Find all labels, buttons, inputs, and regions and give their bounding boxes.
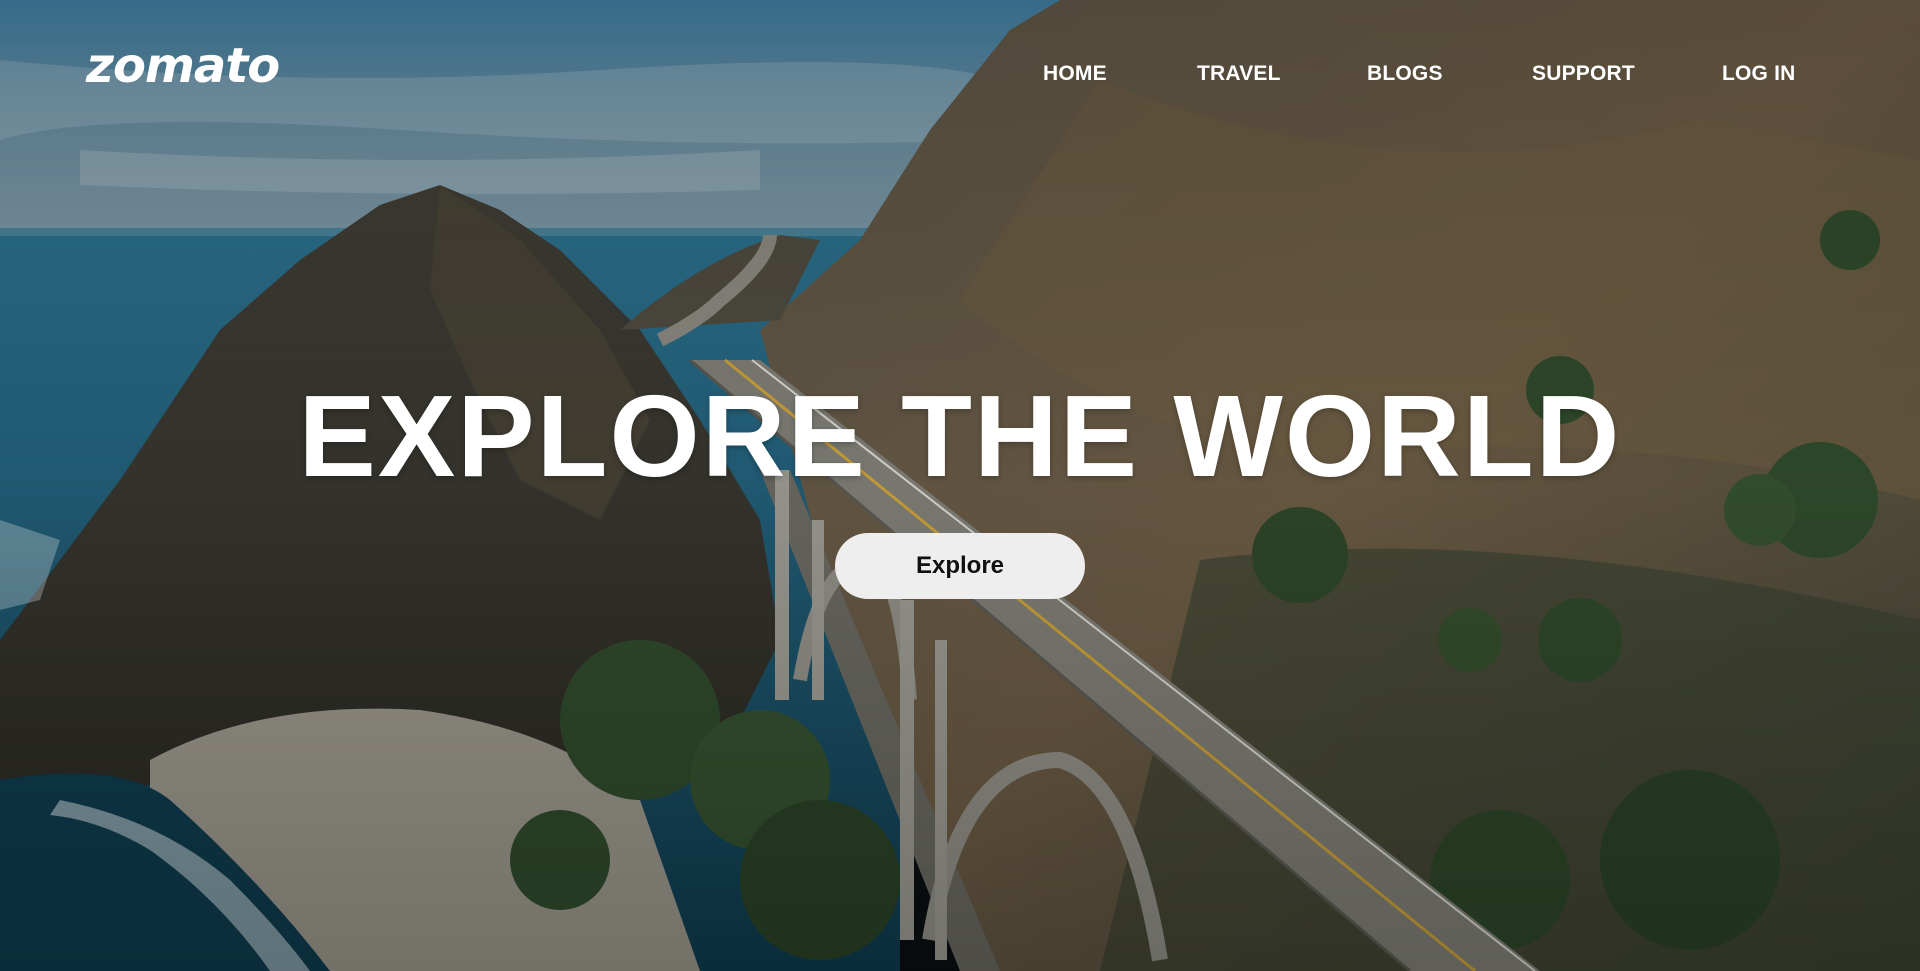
nav-home-link[interactable]: HOME [1043, 62, 1107, 86]
nav-links: HOME TRAVEL BLOGS SUPPORT LOG IN [0, 62, 1920, 92]
explore-button[interactable]: Explore [835, 533, 1085, 599]
nav-login-link[interactable]: LOG IN [1722, 62, 1796, 86]
nav-support-link[interactable]: SUPPORT [1532, 62, 1635, 86]
hero-section: zomato HOME TRAVEL BLOGS SUPPORT LOG IN … [0, 0, 1920, 971]
hero-headline: EXPLORE THE WORLD [298, 371, 1622, 501]
nav-blogs-link[interactable]: BLOGS [1367, 62, 1443, 86]
top-navbar: zomato HOME TRAVEL BLOGS SUPPORT LOG IN [0, 0, 1920, 140]
nav-travel-link[interactable]: TRAVEL [1197, 62, 1281, 86]
